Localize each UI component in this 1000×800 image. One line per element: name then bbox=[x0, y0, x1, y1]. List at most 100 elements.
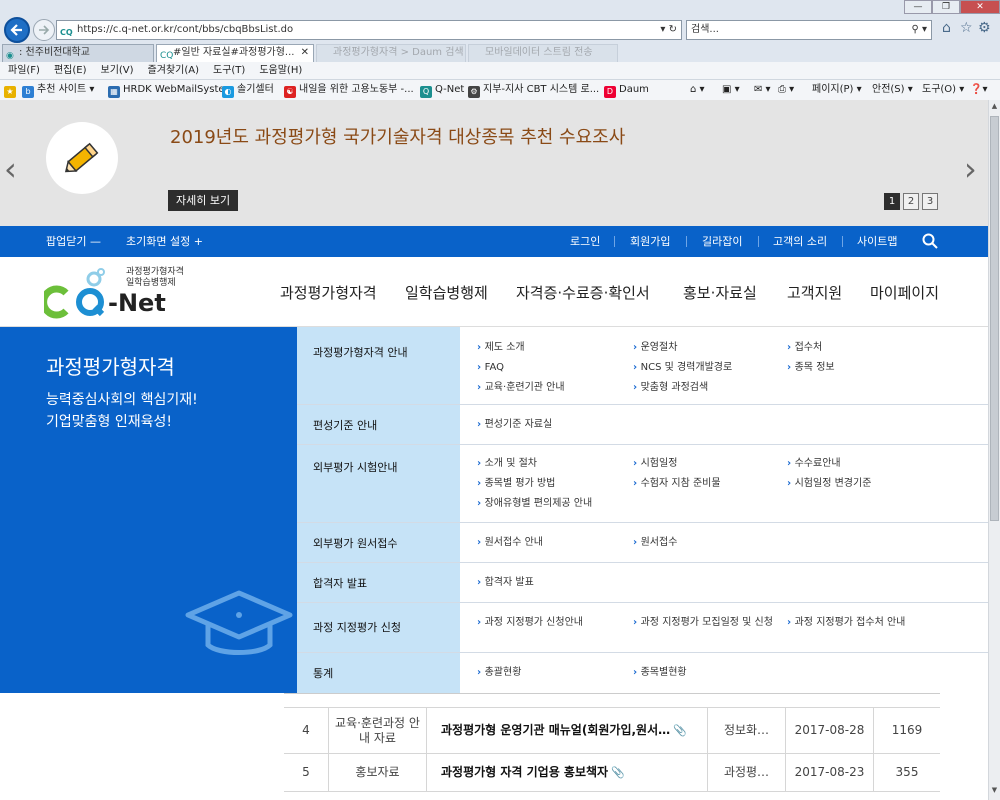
mega-link[interactable]: 맞춤형 과정검색 bbox=[633, 381, 709, 395]
page-scrollbar[interactable]: ▲ ▼ bbox=[988, 100, 1000, 800]
mega-category[interactable]: 과정 지정평가 신청 bbox=[297, 603, 460, 652]
mega-link[interactable]: 총괄현황 bbox=[477, 666, 522, 680]
mega-link[interactable]: 과정 지정평가 모집일정 및 신청 bbox=[633, 616, 783, 630]
mega-link[interactable]: 과정 지정평가 접수처 안내 bbox=[787, 616, 906, 630]
banner-page-1[interactable]: 1 bbox=[884, 193, 900, 210]
gnb-certificates[interactable]: 자격증·수료증·확인서 bbox=[516, 282, 650, 303]
favorites-star-icon[interactable]: ☆ bbox=[960, 20, 973, 36]
gnb-course-certificate[interactable]: 과정평가형자격 bbox=[280, 282, 377, 303]
cmd-page[interactable]: 페이지(P) ▾ bbox=[812, 80, 862, 99]
tab-3[interactable]: 과정평가형자격 > Daum 검색 bbox=[316, 44, 466, 62]
browser-search-box[interactable]: 검색... ⚲ ▾ bbox=[686, 20, 932, 40]
mega-category[interactable]: 과정평가형자격 안내 bbox=[297, 327, 460, 404]
banner-page-2[interactable]: 2 bbox=[903, 193, 919, 210]
cmd-feed-icon[interactable]: ▣ ▾ bbox=[722, 80, 740, 99]
mega-link[interactable]: 운영절차 bbox=[633, 341, 678, 355]
popup-close-link[interactable]: 팝업닫기 — bbox=[46, 226, 101, 257]
mega-link[interactable]: 원서접수 안내 bbox=[477, 536, 543, 550]
gnb-mypage[interactable]: 마이페이지 bbox=[870, 282, 939, 303]
mega-link[interactable]: 종목별현황 bbox=[633, 666, 687, 680]
cmd-print-icon[interactable]: ⎙ ▾ bbox=[778, 80, 794, 99]
mega-link[interactable]: 시험일정 bbox=[633, 457, 678, 471]
post-title[interactable]: 과정평가형 운영기관 매뉴얼(회원가입,원서… bbox=[441, 723, 670, 738]
mega-link[interactable]: 합격자 발표 bbox=[477, 576, 534, 590]
cmd-help-icon[interactable]: ❓▾ bbox=[970, 80, 987, 99]
mega-category[interactable]: 외부평가 시험안내 bbox=[297, 445, 460, 522]
banner-page-3[interactable]: 3 bbox=[922, 193, 938, 210]
mega-link[interactable]: 교육·훈련기관 안내 bbox=[477, 381, 565, 395]
menu-file[interactable]: 파일(F) bbox=[8, 62, 40, 79]
mega-link[interactable]: 접수처 bbox=[787, 341, 823, 355]
tab-2-active[interactable]: CQ #일반 자료실#과정평가형... ✕ bbox=[156, 44, 314, 62]
menu-help[interactable]: 도움말(H) bbox=[259, 62, 302, 79]
mega-link[interactable]: 종목 정보 bbox=[787, 361, 835, 375]
mega-link[interactable]: FAQ bbox=[477, 361, 504, 375]
menu-tools[interactable]: 도구(T) bbox=[213, 62, 245, 79]
scroll-up-icon[interactable]: ▲ bbox=[990, 102, 999, 114]
voice-link[interactable]: 고객의 소리 bbox=[773, 226, 827, 257]
fav-recommended[interactable]: b 추천 사이트 ▾ bbox=[22, 80, 94, 99]
menu-favorites[interactable]: 즐겨찾기(A) bbox=[148, 62, 199, 79]
signup-link[interactable]: 회원가입 bbox=[630, 226, 670, 257]
mega-link[interactable]: 과정 지정평가 신청안내 bbox=[477, 616, 583, 630]
gnb-pr-resources[interactable]: 홍보·자료실 bbox=[683, 282, 757, 303]
scrollbar-thumb[interactable] bbox=[990, 116, 999, 521]
fav-hrdk-webmail[interactable]: ▦ HRDK WebMailSystem bbox=[108, 80, 234, 99]
mega-link[interactable]: 소개 및 절차 bbox=[477, 457, 537, 471]
table-row[interactable]: 4 교육·훈련과정 안내 자료 과정평가형 운영기관 매뉴얼(회원가입,원서… 📎… bbox=[284, 708, 940, 754]
mega-link[interactable]: NCS 및 경력개발경로 bbox=[633, 361, 733, 375]
minimize-icon[interactable]: — bbox=[904, 0, 932, 14]
forward-button[interactable] bbox=[33, 19, 55, 41]
search-icon[interactable]: ⚲ ▾ bbox=[911, 21, 927, 39]
mega-category[interactable]: 합격자 발표 bbox=[297, 563, 460, 602]
mega-category[interactable]: 통계 bbox=[297, 653, 460, 693]
gnb-support[interactable]: 고객지원 bbox=[787, 282, 842, 303]
maximize-icon[interactable]: ❐ bbox=[932, 0, 960, 14]
scroll-down-icon[interactable]: ▼ bbox=[990, 786, 999, 798]
cmd-home-icon[interactable]: ⌂ ▾ bbox=[690, 80, 705, 99]
mega-link[interactable]: 시험일정 변경기준 bbox=[787, 477, 872, 491]
mega-link[interactable]: 편성기준 자료실 bbox=[477, 418, 553, 432]
close-icon[interactable]: ✕ bbox=[960, 0, 1000, 14]
banner-title[interactable]: 2019년도 과정평가형 국가기술자격 대상종목 추천 수요조사 bbox=[170, 123, 625, 149]
homepage-setting-link[interactable]: 초기화면 설정 + bbox=[126, 226, 203, 257]
cell-title[interactable]: 과정평가형 자격 기업용 홍보책자 📎 bbox=[427, 754, 708, 791]
cell-title[interactable]: 과정평가형 운영기관 매뉴얼(회원가입,원서… 📎 bbox=[427, 708, 708, 753]
address-bar[interactable]: CQ https://c.q-net.or.kr/cont/bbs/cbqBbs… bbox=[56, 20, 682, 40]
mega-link[interactable]: 제도 소개 bbox=[477, 341, 525, 355]
fav-moel[interactable]: ☯ 내일을 위한 고용노동부 -... bbox=[284, 80, 414, 99]
fav-solgi[interactable]: ◐ 솔기셀터 bbox=[222, 80, 274, 99]
tab-4[interactable]: 모바일데이터 스트림 전송 bbox=[468, 44, 618, 62]
menu-edit[interactable]: 편집(E) bbox=[54, 62, 87, 79]
favorites-star-icon[interactable]: ★ bbox=[4, 80, 19, 99]
fav-qnet[interactable]: Q Q-Net bbox=[420, 80, 464, 99]
guide-link[interactable]: 길라잡이 bbox=[702, 226, 742, 257]
mega-category[interactable]: 편성기준 안내 bbox=[297, 405, 460, 444]
settings-gear-icon[interactable]: ⚙ bbox=[978, 20, 991, 36]
mega-link[interactable]: 수수료안내 bbox=[787, 457, 841, 471]
mega-link[interactable]: 장애유형별 편의제공 안내 bbox=[477, 497, 593, 511]
mega-link[interactable]: 원서접수 bbox=[633, 536, 678, 550]
cq-net-logo[interactable]: 과정평가형자격 일학습병행제 -Net bbox=[40, 265, 194, 321]
tab-close-icon[interactable]: ✕ bbox=[301, 45, 309, 61]
table-row[interactable]: 5 홍보자료 과정평가형 자격 기업용 홍보책자 📎 과정평… 2017-08-2… bbox=[284, 754, 940, 792]
menu-view[interactable]: 보기(V) bbox=[101, 62, 134, 79]
post-title[interactable]: 과정평가형 자격 기업용 홍보책자 bbox=[441, 765, 608, 780]
fav-daum[interactable]: D Daum bbox=[604, 80, 649, 99]
gnb-work-study[interactable]: 일학습병행제 bbox=[405, 282, 488, 303]
slide-prev-icon[interactable]: ‹ bbox=[4, 150, 17, 188]
back-button[interactable] bbox=[4, 17, 30, 43]
home-icon[interactable]: ⌂ bbox=[942, 20, 951, 36]
cmd-tools[interactable]: 도구(O) ▾ bbox=[922, 80, 964, 99]
search-icon[interactable] bbox=[922, 233, 938, 250]
mega-category[interactable]: 외부평가 원서접수 bbox=[297, 523, 460, 562]
cmd-mail-icon[interactable]: ✉ ▾ bbox=[754, 80, 771, 99]
mega-link[interactable]: 종목별 평가 방법 bbox=[477, 477, 556, 491]
tab-1[interactable]: ◉ : 천주비전대학교 bbox=[2, 44, 154, 62]
cmd-safety[interactable]: 안전(S) ▾ bbox=[872, 80, 913, 99]
mega-link[interactable]: 수험자 지참 준비물 bbox=[633, 477, 721, 491]
sitemap-link[interactable]: 사이트맵 bbox=[857, 226, 897, 257]
address-controls[interactable]: ▾ ↻ bbox=[660, 21, 677, 39]
banner-more-button[interactable]: 자세히 보기 bbox=[168, 190, 239, 211]
slide-next-icon[interactable]: › bbox=[964, 150, 977, 188]
